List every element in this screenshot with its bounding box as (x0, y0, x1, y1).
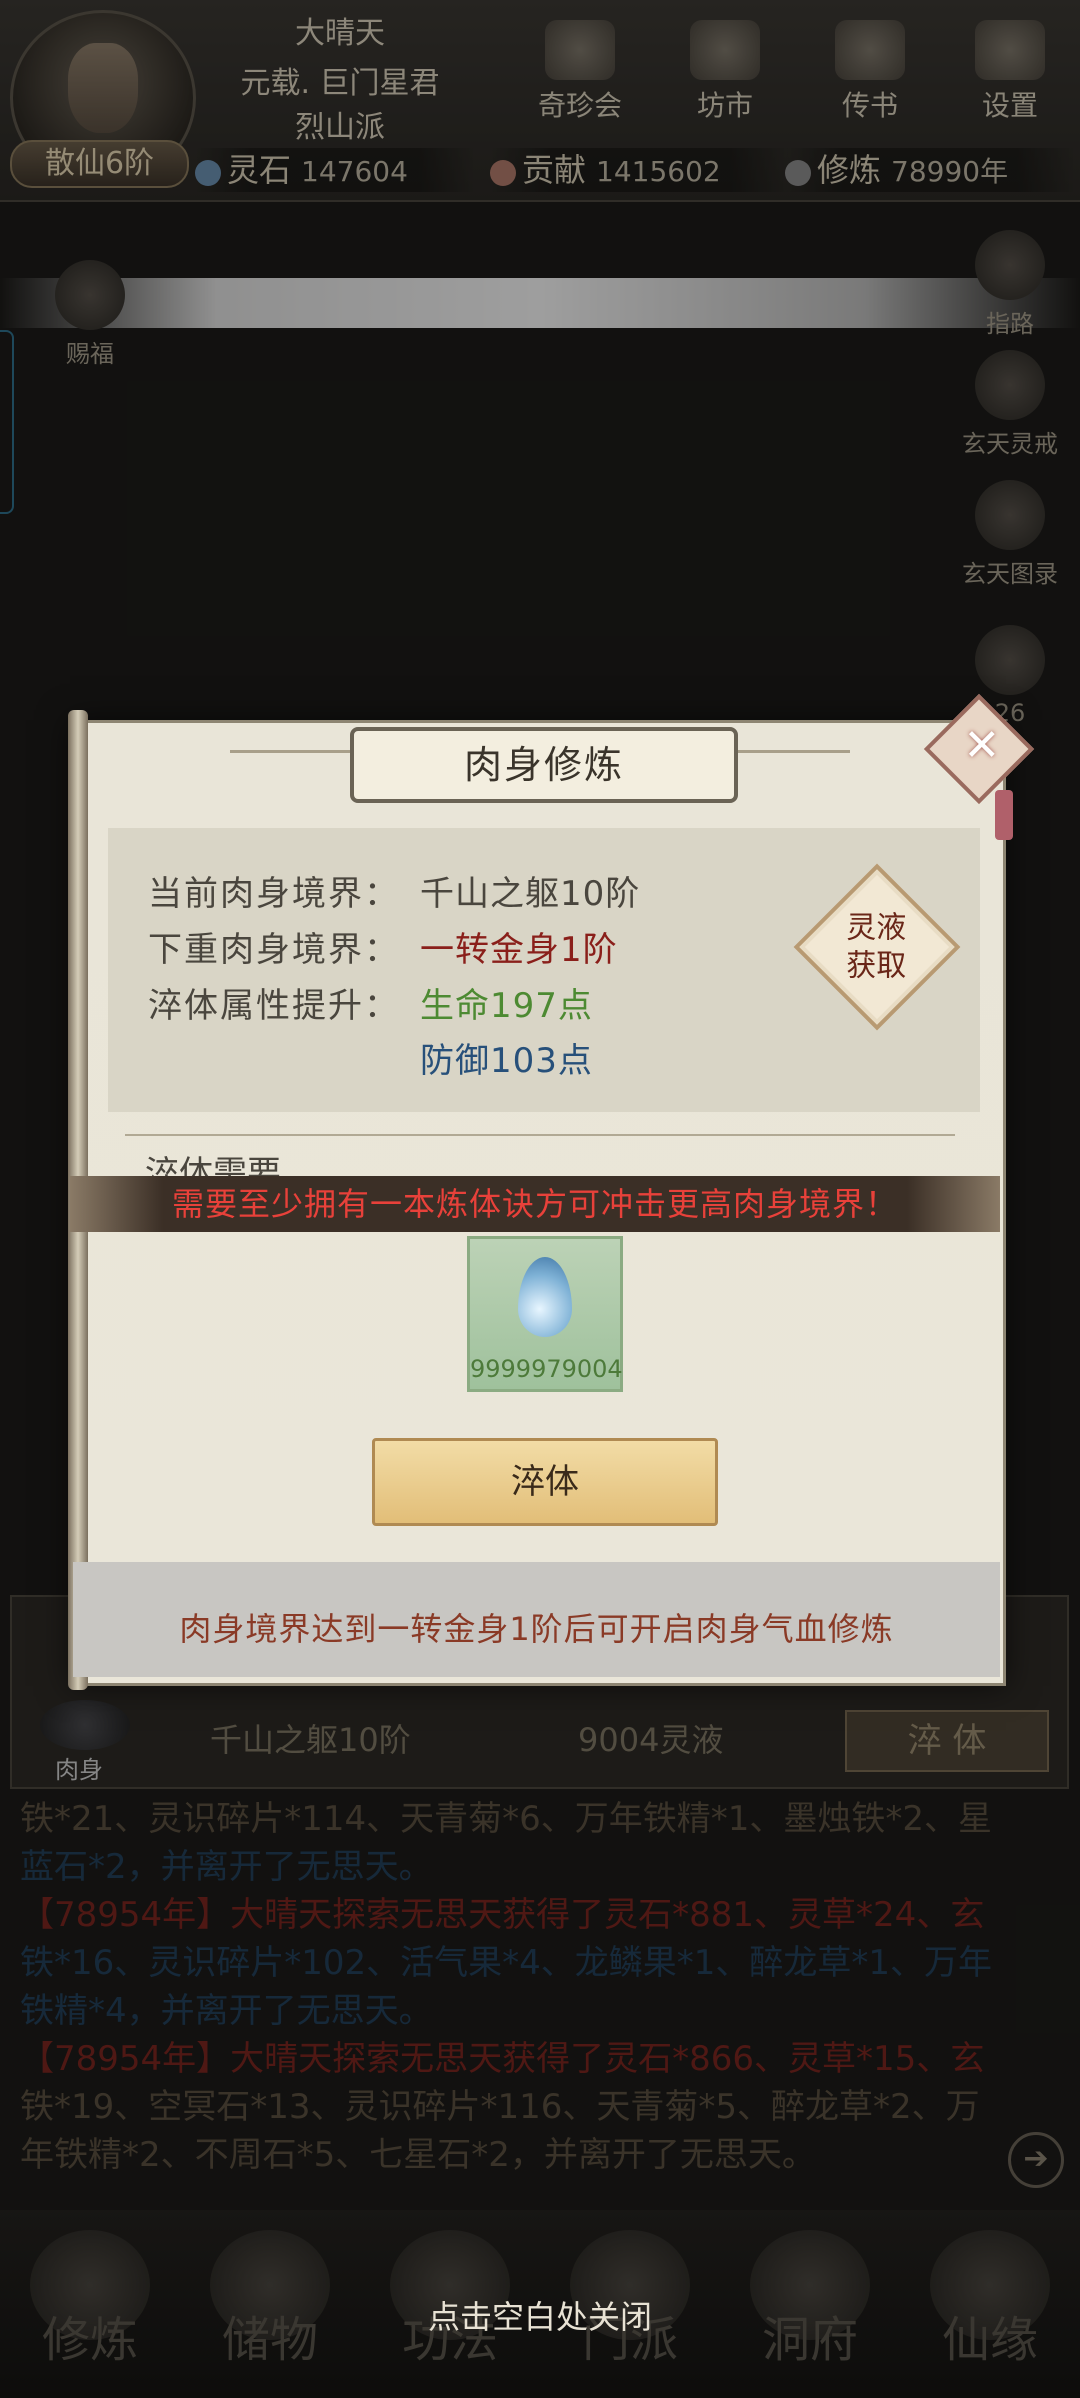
item-count: 9999979004 (470, 1355, 623, 1383)
temper-button[interactable]: 淬体 (372, 1438, 718, 1526)
row-attribute-def: 防御103点 (420, 1041, 593, 1081)
row-next-realm-value: 一转金身1阶 (420, 930, 618, 970)
row-attribute-hp: 生命197点 (420, 986, 593, 1026)
footer-hint: 肉身境界达到一转金身1阶后可开启肉身气血修炼 (179, 1610, 894, 1648)
section-divider (125, 1134, 955, 1136)
row-current-realm-label: 当前肉身境界： (148, 874, 400, 914)
spirit-liquid-item[interactable]: 9999979004 (467, 1236, 623, 1392)
close-tassel (995, 790, 1013, 840)
close-hint: 点击空白处关闭 (427, 2298, 652, 2336)
row-next-realm-label: 下重肉身境界： (148, 930, 400, 970)
row-attribute-label: 淬体属性提升： (148, 986, 400, 1026)
modal-title: 肉身修炼 (350, 727, 738, 803)
warning-banner: 需要至少拥有一本炼体诀方可冲击更高肉身境界！ (70, 1176, 1000, 1232)
row-current-realm-value: 千山之躯10阶 (420, 874, 641, 914)
water-drop-icon (518, 1257, 572, 1337)
close-icon: ✕ (963, 720, 1001, 772)
